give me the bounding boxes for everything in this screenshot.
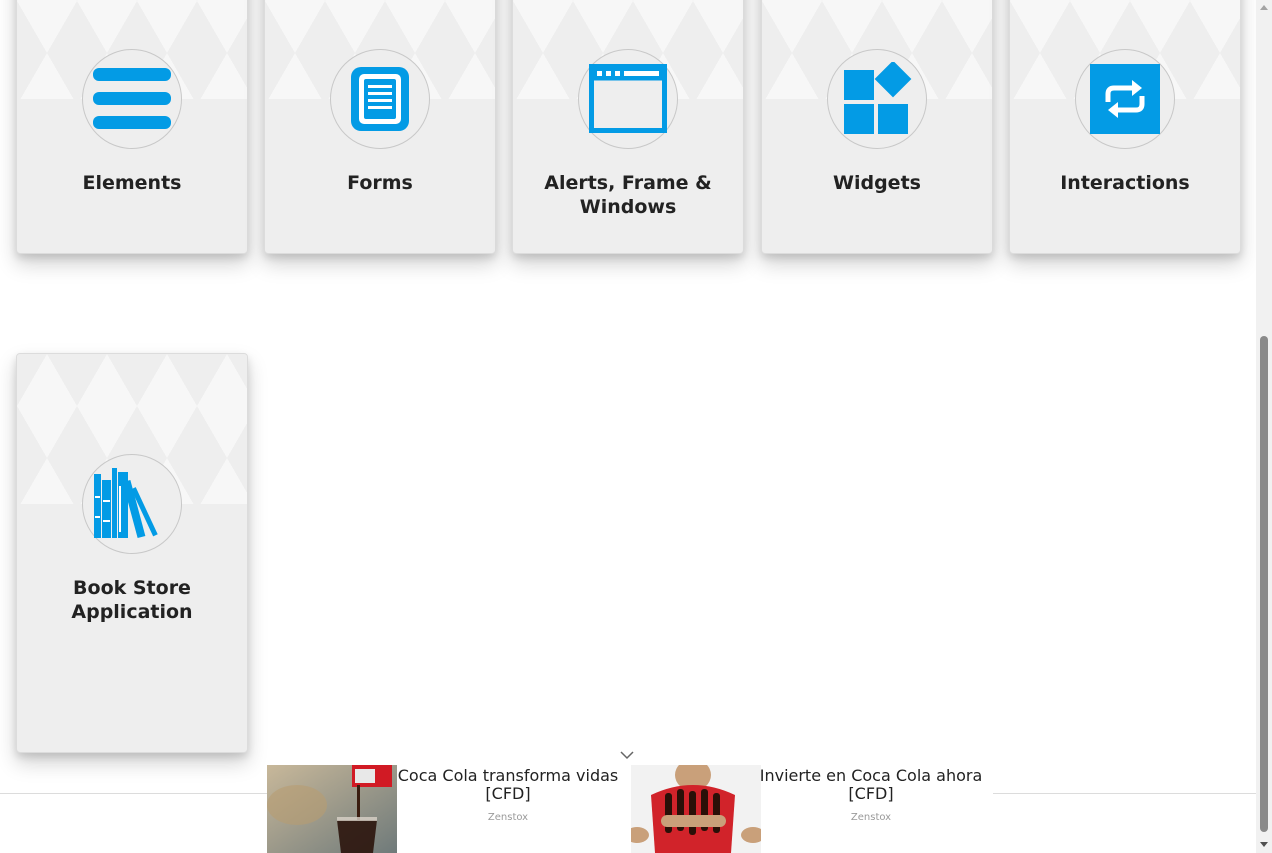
card-book-store-application[interactable]: Book Store Application <box>16 353 248 753</box>
icon-circle <box>82 49 182 149</box>
icon-circle <box>330 49 430 149</box>
scroll-up-arrow-icon[interactable] <box>1260 5 1268 10</box>
card-title: Alerts, Frame & Windows <box>544 172 712 218</box>
ad-image-coca-cola-glass[interactable] <box>267 765 397 853</box>
icon-circle <box>82 454 182 554</box>
widgets-icon <box>844 62 912 134</box>
ad-headline[interactable]: Invierte en Coca Cola ahora [CFD] <box>755 767 987 803</box>
scroll-down-arrow-icon[interactable] <box>1260 842 1268 847</box>
ad-source: Zenstox <box>850 812 892 823</box>
card-title: Book Store Application <box>71 577 193 623</box>
card-elements[interactable]: Elements <box>16 0 248 254</box>
card-title: Interactions <box>1060 172 1190 194</box>
card-alerts-frame-windows[interactable]: Alerts, Frame & Windows <box>512 0 744 254</box>
icon-circle <box>1075 49 1175 149</box>
card-title: Forms <box>347 172 413 194</box>
scrollbar-thumb[interactable] <box>1260 336 1268 832</box>
ad-headline[interactable]: Coca Cola transforma vidas [CFD] <box>392 767 624 803</box>
vertical-scrollbar[interactable] <box>1256 0 1272 853</box>
interactions-icon <box>1090 64 1160 134</box>
ad-image-boy-with-bottles[interactable] <box>631 765 761 853</box>
icon-circle <box>578 49 678 149</box>
icon-circle <box>827 49 927 149</box>
card-title: Elements <box>82 172 182 194</box>
collapse-chevron-icon[interactable] <box>620 750 634 760</box>
card-forms[interactable]: Forms <box>264 0 496 254</box>
books-icon <box>94 468 158 539</box>
list-icon <box>93 68 171 129</box>
card-widgets[interactable]: Widgets <box>761 0 993 254</box>
card-title: Widgets <box>833 172 921 194</box>
window-icon <box>589 64 667 133</box>
ad-banner: Coca Cola transforma vidas [CFD] Zenstox… <box>267 765 993 853</box>
form-icon <box>351 67 409 131</box>
ad-source: Zenstox <box>487 812 529 823</box>
card-interactions[interactable]: Interactions <box>1009 0 1241 254</box>
